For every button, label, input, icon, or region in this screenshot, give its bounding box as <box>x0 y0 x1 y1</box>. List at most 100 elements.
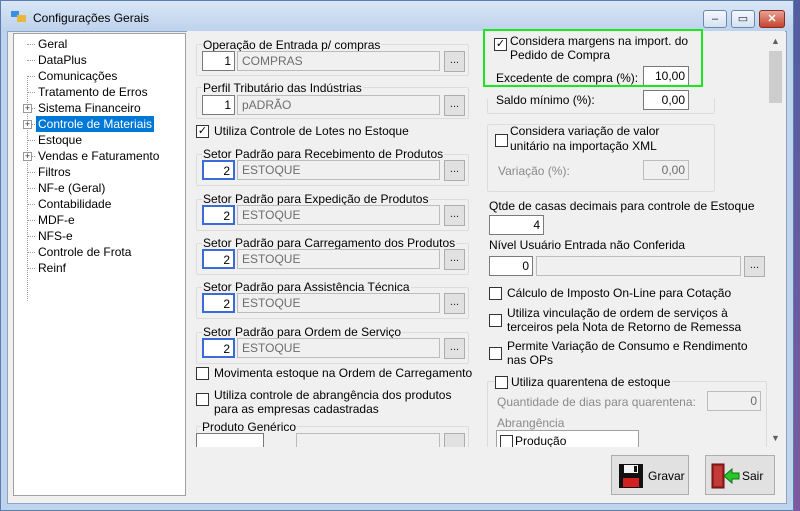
variacao-valor-label-2: unitário na importação XML <box>510 139 657 153</box>
abrangencia-label-2: para as empresas cadastradas <box>214 402 379 416</box>
tree-connector <box>27 76 35 77</box>
tree-item-label: MDF-e <box>38 213 75 227</box>
tree-connector <box>27 204 35 205</box>
variacao-pct-label: Variação (%): <box>498 164 570 178</box>
operacao-name-field: COMPRAS <box>237 51 440 71</box>
minimize-button[interactable]: ‒ <box>703 10 727 28</box>
sair-button[interactable]: Sair <box>705 455 775 495</box>
setor-os-label: Setor Padrão para Ordem de Serviço <box>202 325 403 339</box>
abrangencia-label-1: Utiliza controle de abrangência dos prod… <box>214 388 452 402</box>
variacao-valor-checkbox[interactable] <box>495 134 508 147</box>
setor-exped-code-input[interactable]: 2 <box>202 205 235 225</box>
mov-carreg-label: Movimenta estoque na Ordem de Carregamen… <box>214 366 473 380</box>
produto-generico-code-input[interactable] <box>196 433 264 447</box>
tree-item[interactable]: Reinf <box>14 260 184 276</box>
setor-assist-name-field: ESTOQUE <box>237 293 440 313</box>
operacao-code-input[interactable]: 1 <box>202 51 235 71</box>
tree-connector <box>27 252 35 253</box>
nivel-label: Nível Usuário Entrada não Conferida <box>489 238 686 252</box>
restore-button[interactable]: ▭ <box>731 10 755 28</box>
operacao-search-button[interactable]: ... <box>444 51 465 72</box>
abrang-list[interactable]: Produção <box>496 430 639 447</box>
tree-item-label: Reinf <box>38 261 67 275</box>
variacao-consumo-checkbox[interactable] <box>489 347 502 360</box>
setor-receb-label: Setor Padrão para Recebimento de Produto… <box>202 147 445 161</box>
abrang-item-checkbox[interactable] <box>500 435 513 447</box>
tree-connector <box>27 140 35 141</box>
setor-receb-search-button[interactable]: ... <box>444 160 465 181</box>
tree-item[interactable]: Estoque <box>14 132 184 148</box>
highlight-box <box>483 29 703 87</box>
variacao-consumo-label-2: nas OPs <box>507 353 554 367</box>
scroll-thumb[interactable] <box>769 51 782 103</box>
setor-os-search-button[interactable]: ... <box>444 338 465 359</box>
scroll-down-arrow-icon[interactable]: ▼ <box>767 430 784 447</box>
gravar-button[interactable]: Gravar <box>611 455 689 495</box>
imposto-checkbox[interactable] <box>489 287 502 300</box>
setor-exped-search-button[interactable]: ... <box>444 205 465 226</box>
tree-item[interactable]: NF-e (Geral) <box>14 180 184 196</box>
setor-assist-code-input[interactable]: 2 <box>202 293 235 313</box>
window-title: Configurações Gerais <box>33 11 150 25</box>
tree-connector <box>27 60 35 61</box>
nivel-input[interactable]: 0 <box>489 256 533 276</box>
produto-generico-label: Produto Genérico <box>201 420 298 434</box>
tree-item[interactable]: + Controle de Materiais <box>14 116 184 132</box>
tree-connector <box>27 236 35 237</box>
setor-receb-name-field: ESTOQUE <box>237 160 440 180</box>
produto-generico-search-button[interactable] <box>444 433 465 447</box>
setor-receb-code-input[interactable]: 2 <box>202 160 235 180</box>
nivel-name-field <box>536 256 741 276</box>
tree-connector <box>27 220 35 221</box>
saldo-label: Saldo mínimo (%): <box>496 93 595 107</box>
abrangencia-checkbox[interactable] <box>196 393 209 406</box>
tree-item[interactable]: DataPlus <box>14 52 184 68</box>
tree-connector <box>27 188 35 189</box>
quarentena-checkbox[interactable] <box>495 376 508 389</box>
nivel-search-button[interactable]: ... <box>744 256 765 277</box>
tree-item[interactable]: + Vendas e Faturamento <box>14 148 184 164</box>
tree-item[interactable]: NFS-e <box>14 228 184 244</box>
settings-tree: Geral DataPlus Comunicações Tratamento de E… <box>13 33 186 496</box>
expand-plus-icon[interactable]: + <box>23 104 32 113</box>
tree-item-label: Sistema Financeiro <box>38 101 141 115</box>
perfil-search-button[interactable]: ... <box>444 95 465 116</box>
settings-panel: Operação de Entrada p/ compras 1 COMPRAS… <box>187 31 785 447</box>
vertical-scrollbar[interactable]: ▲ ▼ <box>767 33 784 447</box>
tree-item-label: Tratamento de Erros <box>38 85 148 99</box>
mov-carreg-checkbox[interactable] <box>196 367 209 380</box>
perfil-code-input[interactable]: 1 <box>202 95 235 115</box>
tree-item[interactable]: MDF-e <box>14 212 184 228</box>
variacao-valor-label-1: Considera variação de valor <box>510 124 660 138</box>
setor-carreg-search-button[interactable]: ... <box>444 249 465 270</box>
setor-carreg-code-input[interactable]: 2 <box>202 249 235 269</box>
tree-item[interactable]: Tratamento de Erros <box>14 84 184 100</box>
expand-plus-icon[interactable]: + <box>23 120 32 129</box>
setor-carreg-name-field: ESTOQUE <box>237 249 440 269</box>
tree-item[interactable]: Controle de Frota <box>14 244 184 260</box>
setor-assist-label: Setor Padrão para Assistência Técnica <box>202 280 411 294</box>
setor-assist-search-button[interactable]: ... <box>444 293 465 314</box>
tree-item[interactable]: + Sistema Financeiro <box>14 100 184 116</box>
abrang-item-label: Produção <box>515 434 567 447</box>
scroll-up-arrow-icon[interactable]: ▲ <box>767 33 784 50</box>
tree-connector <box>27 92 35 93</box>
tree-item-label: Vendas e Faturamento <box>38 149 160 163</box>
tree-item[interactable]: Filtros <box>14 164 184 180</box>
casas-input[interactable]: 4 <box>489 215 544 235</box>
floppy-disk-icon <box>619 464 643 488</box>
tree-item-label: Estoque <box>38 133 83 147</box>
tree-item[interactable]: Comunicações <box>14 68 184 84</box>
close-button[interactable]: ✕ <box>759 10 785 28</box>
tree-item-label: Controle de Frota <box>38 245 132 259</box>
vinculacao-label-2: terceiros pela Nota de Retorno de Remess… <box>507 320 742 334</box>
tree-item[interactable]: Geral <box>14 36 184 52</box>
dias-label: Quantidade de dias para quarentena: <box>497 395 696 409</box>
lotes-checkbox[interactable]: ✓ <box>196 125 209 138</box>
tree-item-label: Contabilidade <box>38 197 112 211</box>
expand-plus-icon[interactable]: + <box>23 152 32 161</box>
vinculacao-checkbox[interactable] <box>489 314 502 327</box>
tree-item[interactable]: Contabilidade <box>14 196 184 212</box>
saldo-input[interactable]: 0,00 <box>643 90 689 110</box>
setor-os-code-input[interactable]: 2 <box>202 338 235 358</box>
